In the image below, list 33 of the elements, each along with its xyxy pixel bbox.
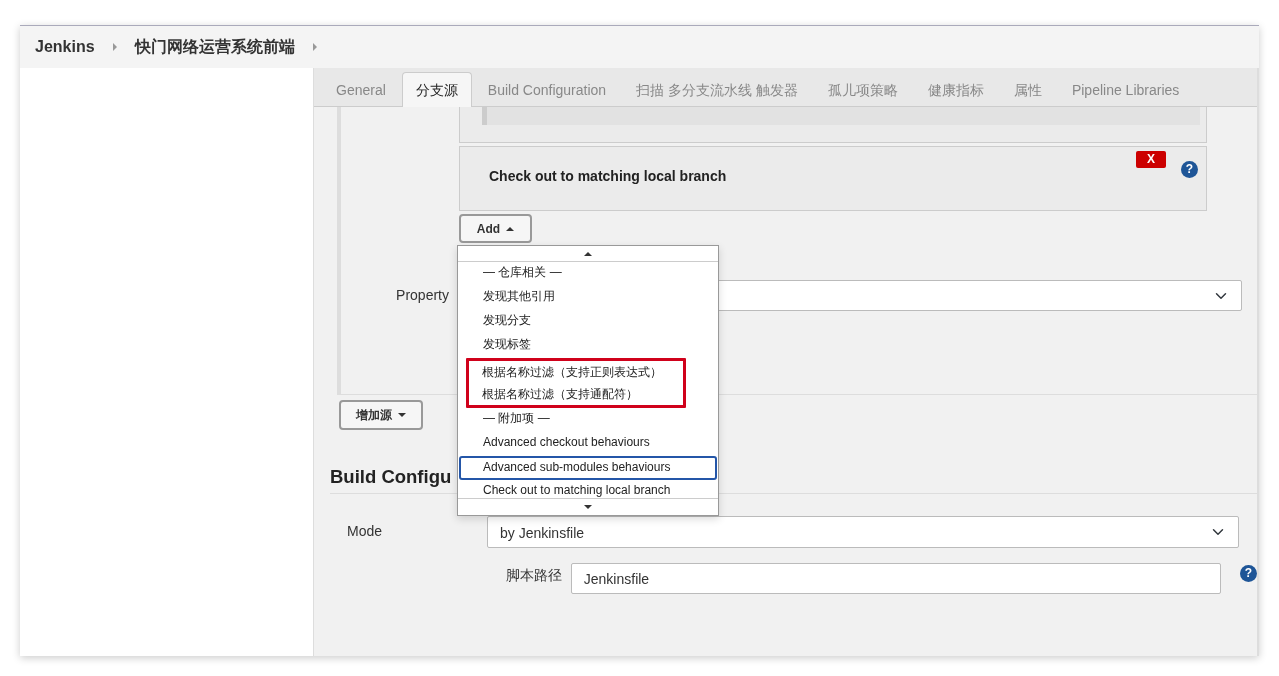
menu-item[interactable]: Check out to matching local branch bbox=[459, 480, 717, 498]
menu-item[interactable]: — 仓库相关 — bbox=[459, 262, 717, 286]
breadcrumb-link[interactable]: 快门网络运营系统前端 bbox=[134, 35, 295, 59]
add-source-button[interactable]: 增加源 bbox=[339, 400, 423, 430]
menu-item[interactable]: 发现分支 bbox=[459, 310, 717, 334]
caret-icon bbox=[398, 413, 406, 417]
chevron-icon[interactable] bbox=[112, 43, 117, 51]
menu-item[interactable]: Advanced checkout behaviours bbox=[459, 432, 717, 456]
mode-select[interactable]: by Jenkinsfile bbox=[487, 516, 1239, 548]
caret-icon bbox=[584, 251, 592, 256]
help-icon[interactable]: ? bbox=[1240, 565, 1257, 582]
scroll-up-button[interactable] bbox=[458, 246, 718, 262]
scroll-down-button[interactable] bbox=[458, 498, 718, 515]
menu-item[interactable]: 根据名称过滤（支持正则表达式） bbox=[469, 361, 683, 383]
tab[interactable]: 分支源 bbox=[401, 72, 472, 107]
delete-button[interactable]: X bbox=[1136, 151, 1166, 168]
breadcrumb-link[interactable]: Jenkins bbox=[35, 35, 95, 59]
menu-item[interactable]: Advanced sub-modules behaviours bbox=[459, 456, 717, 480]
field-label: Mode bbox=[347, 522, 384, 541]
chevron-icon[interactable] bbox=[312, 43, 317, 51]
menu-item[interactable]: 根据名称过滤（支持通配符） bbox=[469, 383, 683, 405]
menu-item[interactable]: — 附加项 — bbox=[459, 408, 717, 432]
trait-title: Check out to matching local branch bbox=[489, 167, 728, 186]
field-label: Property bbox=[395, 286, 449, 305]
menu-item[interactable]: 发现标签 bbox=[459, 334, 717, 358]
caret-icon bbox=[506, 226, 515, 231]
help-icon[interactable]: ? bbox=[1181, 161, 1198, 178]
menu-item[interactable]: 发现其他引用 bbox=[459, 286, 717, 310]
caret-icon bbox=[584, 505, 592, 509]
script-path-field[interactable]: Jenkinsfile bbox=[570, 563, 1221, 594]
section-heading: Build Configu bbox=[330, 465, 452, 489]
add-button[interactable]: Add bbox=[459, 214, 532, 243]
field-label: 脚本路径 bbox=[506, 566, 563, 585]
